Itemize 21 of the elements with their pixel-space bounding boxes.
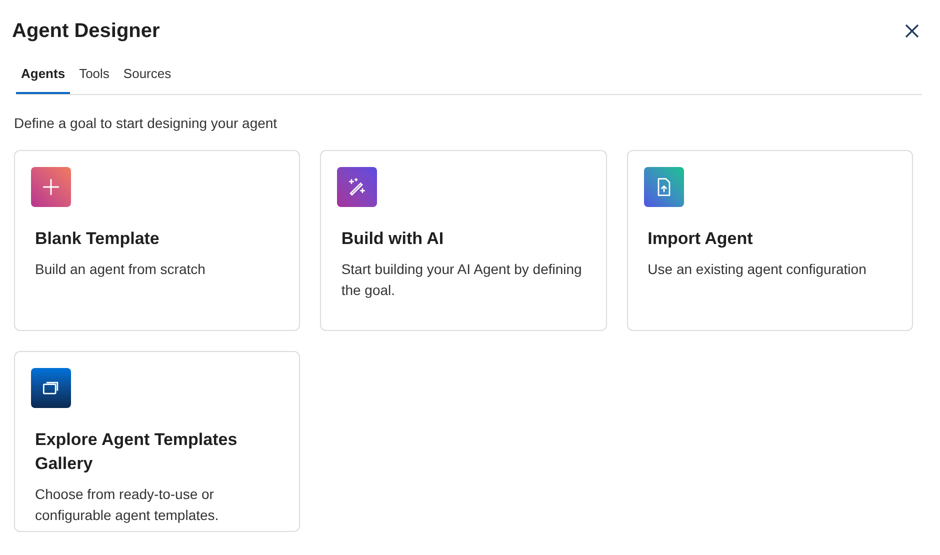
magic-wand-icon: [337, 166, 378, 206]
plus-icon: [31, 166, 71, 206]
intro-text: Define a goal to start designing your agent: [14, 114, 278, 133]
card-title: Explore Agent Templates Gallery: [35, 428, 238, 474]
card-description: Start building your AI Agent by defining the goal.: [341, 260, 583, 300]
card-description: Choose from ready-to-use or configurable agent templates.: [35, 484, 220, 525]
tab[interactable]: Sources: [118, 60, 176, 94]
windows-icon: [31, 368, 71, 408]
option-card[interactable]: Import Agent Use an existing agent configuration: [626, 150, 913, 330]
card-description: Use an existing agent configuration: [648, 260, 866, 279]
card-description: Build an agent from scratch: [35, 260, 206, 279]
tab[interactable]: Tools: [74, 60, 114, 94]
dialog-title: Agent Designer: [12, 19, 160, 44]
option-card[interactable]: Build with AI Start building your AI Agent by defining the goal.: [320, 150, 607, 330]
card-title: Build with AI: [341, 228, 444, 250]
option-card[interactable]: Explore Agent Templates Gallery Choose from ready-to-use or configurable agent templates.: [14, 350, 300, 532]
card-title: Blank Template: [35, 228, 160, 250]
tab[interactable]: Agents: [16, 60, 70, 94]
option-card[interactable]: Blank Template Build an agent from scratch: [14, 150, 300, 330]
card-title: Import Agent: [648, 228, 753, 250]
file-upload-icon: [644, 166, 684, 206]
